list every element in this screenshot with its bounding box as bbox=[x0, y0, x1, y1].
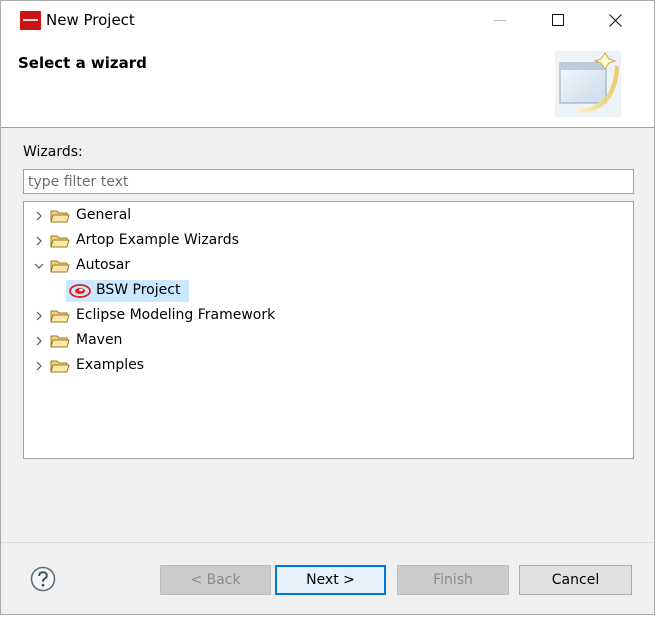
cancel-button[interactable]: Cancel bbox=[519, 565, 632, 595]
chevron-right-icon[interactable] bbox=[34, 211, 44, 221]
folder-icon bbox=[50, 335, 70, 348]
chevron-right-icon[interactable] bbox=[34, 311, 44, 321]
new-project-dialog: New Project Select a wizard Wizards: typ… bbox=[0, 0, 655, 615]
wizard-header: Select a wizard bbox=[1, 39, 654, 128]
folder-icon bbox=[50, 210, 70, 223]
folder-open-icon bbox=[50, 260, 70, 273]
filter-input[interactable] bbox=[23, 169, 634, 194]
title-bar[interactable]: New Project bbox=[1, 1, 654, 39]
tree-item-label: Examples bbox=[76, 357, 145, 373]
maximize-icon bbox=[552, 14, 564, 26]
maximize-button[interactable] bbox=[529, 1, 587, 39]
tree-item-bsw-project[interactable]: BSW Project bbox=[66, 280, 189, 302]
background-strip bbox=[0, 615, 656, 625]
wizard-tree[interactable]: General Artop Example Wizards Autosar BS… bbox=[23, 201, 634, 459]
minimize-button[interactable] bbox=[471, 1, 529, 39]
page-title: Select a wizard bbox=[18, 54, 147, 72]
folder-icon bbox=[50, 235, 70, 248]
tree-item-label: Artop Example Wizards bbox=[76, 232, 239, 248]
finish-button[interactable]: Finish bbox=[397, 565, 509, 595]
app-icon bbox=[20, 11, 41, 30]
help-icon[interactable] bbox=[30, 566, 56, 592]
close-icon bbox=[609, 14, 622, 27]
tree-item-label: Autosar bbox=[76, 257, 131, 273]
tree-item-label: General bbox=[76, 207, 132, 223]
chevron-down-icon[interactable] bbox=[34, 261, 44, 271]
folder-icon bbox=[50, 310, 70, 323]
new-wizard-banner-icon bbox=[555, 51, 621, 117]
tree-item-label: Eclipse Modeling Framework bbox=[76, 307, 276, 323]
tree-item-label: BSW Project bbox=[96, 282, 181, 298]
next-button[interactable]: Next > bbox=[275, 565, 386, 595]
window-title: New Project bbox=[46, 11, 135, 29]
chevron-right-icon[interactable] bbox=[34, 236, 44, 246]
tree-item-label: Maven bbox=[76, 332, 123, 348]
wizards-label: Wizards: bbox=[23, 144, 83, 160]
chevron-right-icon[interactable] bbox=[34, 361, 44, 371]
button-bar-divider bbox=[1, 542, 654, 543]
close-button[interactable] bbox=[587, 1, 645, 39]
folder-icon bbox=[50, 360, 70, 373]
back-button[interactable]: < Back bbox=[160, 565, 271, 595]
chevron-right-icon[interactable] bbox=[34, 336, 44, 346]
minimize-icon bbox=[494, 20, 506, 21]
bsw-project-icon bbox=[69, 284, 91, 298]
